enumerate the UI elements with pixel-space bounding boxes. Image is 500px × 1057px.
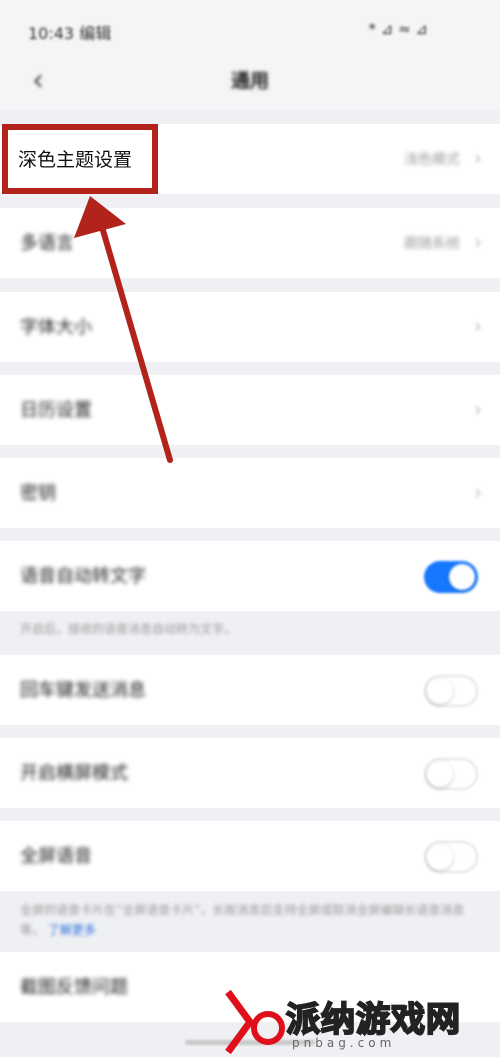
annotation-arrow: [74, 196, 173, 463]
watermark-text: 派纳游戏网: [285, 999, 461, 1041]
watermark: 派纳游戏网 pnbag.com: [220, 988, 500, 1057]
watermark-subtext: pnbag.com: [292, 1036, 396, 1050]
watermark-logo-icon: [225, 989, 285, 1055]
